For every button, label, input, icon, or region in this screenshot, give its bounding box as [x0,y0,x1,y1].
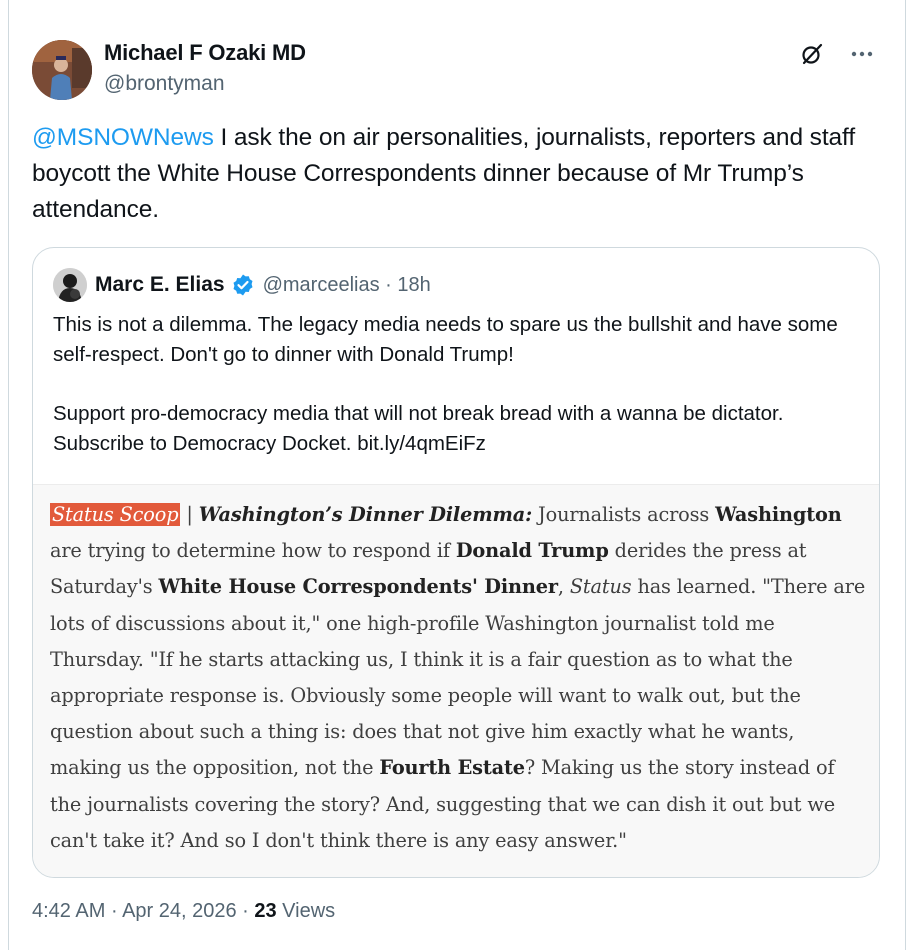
author-handle[interactable]: @brontyman [104,72,225,96]
author-name[interactable]: Michael F Ozaki MD [104,40,306,66]
article-headline: Washington’s Dinner Dilemma: [198,503,533,526]
tweet-footer: 4:42 AM · Apr 24, 2026 · 23 Views [32,900,336,922]
quote-header: Marc E. Elias @marceelias · 18h [53,268,431,302]
mention-link[interactable]: @MSNOWNews [32,124,214,151]
tweet-actions [798,40,876,68]
quoted-tweet[interactable]: Marc E. Elias @marceelias · 18h This is … [32,247,880,878]
quote-author-name[interactable]: Marc E. Elias [95,273,225,297]
more-icon[interactable] [848,40,876,68]
quote-paragraph: Support pro-democracy media that will no… [53,402,790,455]
article-excerpt: Status Scoop | Washington’s Dinner Dilem… [50,503,866,852]
tweet-text: @MSNOWNews I ask the on air personalitie… [32,120,882,228]
tweet-time[interactable]: 4:42 AM [32,900,105,922]
quote-author-avatar[interactable] [53,268,87,302]
quote-timestamp[interactable]: 18h [397,274,430,297]
quote-separator: · [385,273,392,296]
status-scoop-tag: Status Scoop [50,503,181,526]
views-label: Views [276,900,336,922]
verified-badge-icon [233,274,253,296]
avatar-photo [32,40,92,100]
quote-article-image[interactable]: Status Scoop | Washington’s Dinner Dilem… [33,484,879,877]
quote-author-handle[interactable]: @marceelias [263,274,380,297]
tweet-date[interactable]: Apr 24, 2026 [122,900,237,922]
views-count: 23 [254,900,277,922]
quote-paragraph: This is not a dilemma. The legacy media … [53,313,844,366]
author-avatar[interactable] [32,40,92,100]
quote-text: This is not a dilemma. The legacy media … [53,310,853,459]
quote-avatar-photo [53,268,87,302]
grok-icon[interactable] [798,40,826,68]
